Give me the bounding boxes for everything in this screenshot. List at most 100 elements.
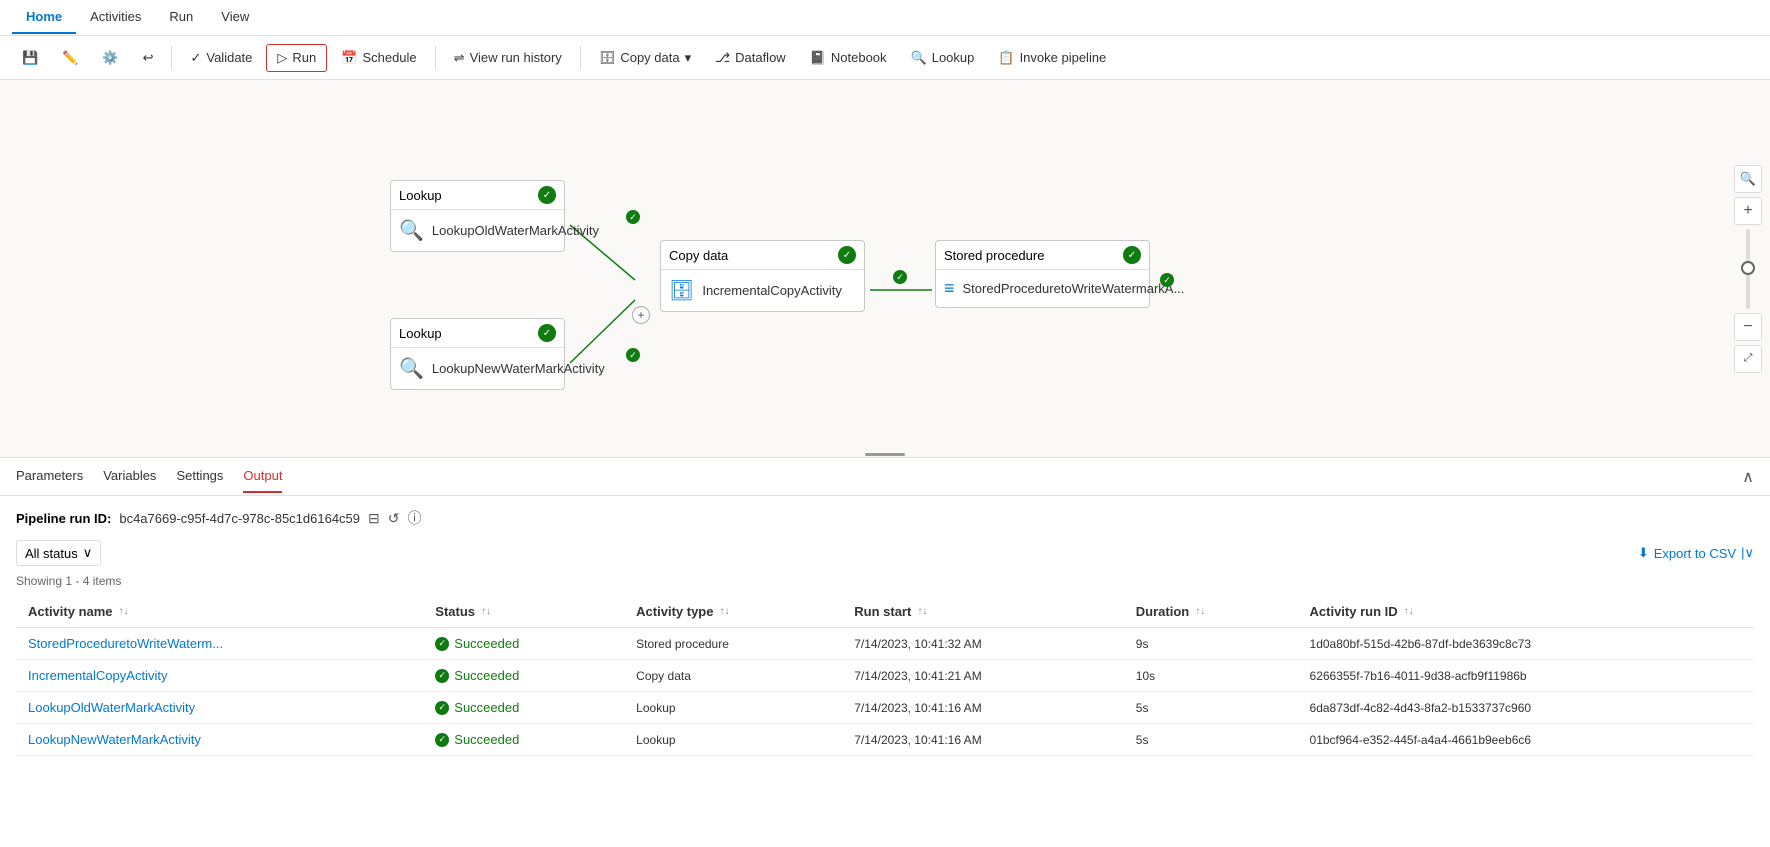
tab-home[interactable]: Home <box>12 1 76 34</box>
validate-button[interactable]: ✓ Validate <box>180 45 262 71</box>
copy-node-icon: 🗄 <box>669 278 694 303</box>
activity-name-link-2[interactable]: LookupOldWaterMarkActivity <box>28 700 195 715</box>
tab-output[interactable]: Output <box>243 460 282 493</box>
sort-duration-icon[interactable]: ↑↓ <box>1195 606 1205 617</box>
run-button[interactable]: ▷ Run <box>266 44 327 72</box>
success-icon-0: ✓ <box>435 637 449 651</box>
tab-parameters[interactable]: Parameters <box>16 460 83 493</box>
zoom-slider[interactable] <box>1746 229 1750 309</box>
zoom-thumb[interactable] <box>1741 261 1755 275</box>
cell-activity-name-1: IncrementalCopyActivity <box>16 660 423 692</box>
cell-type-3: Lookup <box>624 724 842 756</box>
cell-run-start-1: 7/14/2023, 10:41:21 AM <box>842 660 1124 692</box>
invoke-pipeline-button[interactable]: 📋 Invoke pipeline <box>988 45 1116 71</box>
cell-duration-3: 5s <box>1124 724 1298 756</box>
node-lookup1[interactable]: Lookup ✓ 🔍 LookupOldWaterMarkActivity <box>390 180 565 252</box>
node-lookup2-label: LookupNewWaterMarkActivity <box>432 361 605 376</box>
tab-variables[interactable]: Variables <box>103 460 156 493</box>
export-chevron: |∨ <box>1741 545 1754 561</box>
tab-view[interactable]: View <box>207 1 263 34</box>
sort-run-start-icon[interactable]: ↑↓ <box>917 606 927 617</box>
node-sp1-header: Stored procedure ✓ <box>936 241 1149 270</box>
save-button[interactable]: 💾 <box>12 45 48 71</box>
cell-type-0: Stored procedure <box>624 628 842 660</box>
status-text-1: Succeeded <box>454 668 519 683</box>
table-body: StoredProceduretoWriteWaterm... ✓ Succee… <box>16 628 1754 756</box>
info-button[interactable]: ⓘ <box>408 508 422 528</box>
pipeline-canvas-area: Lookup ✓ 🔍 LookupOldWaterMarkActivity ✓ … <box>0 80 1770 457</box>
copy-data-button[interactable]: 🗄 Copy data ▾ <box>589 45 701 71</box>
notebook-button[interactable]: 📓 Notebook <box>800 45 897 71</box>
zoom-fit-button[interactable]: ⤢ <box>1734 345 1762 373</box>
edit-icon: ✏️ <box>62 50 78 66</box>
tab-run[interactable]: Run <box>155 1 207 34</box>
zoom-in-button[interactable]: + <box>1734 197 1762 225</box>
bottom-panel: Parameters Variables Settings Output ∧ P… <box>0 457 1770 847</box>
sort-status-icon[interactable]: ↑↓ <box>481 606 491 617</box>
sort-run-id-icon[interactable]: ↑↓ <box>1404 606 1414 617</box>
cell-run-start-3: 7/14/2023, 10:41:16 AM <box>842 724 1124 756</box>
lookup-icon: 🔍 <box>911 50 927 66</box>
refresh-button[interactable]: ↺ <box>388 510 400 527</box>
export-label: Export to CSV <box>1654 546 1736 561</box>
node-lookup1-label: LookupOldWaterMarkActivity <box>432 223 599 238</box>
tab-settings[interactable]: Settings <box>176 460 223 493</box>
undo-icon: ↩ <box>143 50 154 66</box>
lookup-button[interactable]: 🔍 Lookup <box>901 45 985 71</box>
undo-button[interactable]: ↩ <box>133 45 164 71</box>
node-sp1[interactable]: Stored procedure ✓ ≡ StoredProceduretoWr… <box>935 240 1150 308</box>
plus-connector[interactable]: + <box>632 306 650 324</box>
node-copy1[interactable]: Copy data ✓ 🗄 IncrementalCopyActivity <box>660 240 865 312</box>
connector-lines <box>0 80 1770 457</box>
lookup-node2-icon: 🔍 <box>399 356 424 381</box>
view-run-history-button[interactable]: ⇌ View run history <box>444 45 572 71</box>
save-icon: 💾 <box>22 50 38 66</box>
schedule-button[interactable]: 📅 Schedule <box>331 45 426 71</box>
node-lookup2-status: ✓ <box>538 324 556 342</box>
cell-activity-name-3: LookupNewWaterMarkActivity <box>16 724 423 756</box>
edit-button[interactable]: ✏️ <box>52 45 88 71</box>
cell-type-2: Lookup <box>624 692 842 724</box>
pipeline-run-id-row: Pipeline run ID: bc4a7669-c95f-4d7c-978c… <box>16 508 1754 528</box>
status-filter-dropdown[interactable]: All status ∨ <box>16 540 101 566</box>
cell-run-id-0: 1d0a80bf-515d-42b6-87df-bde3639c8c73 <box>1298 628 1754 660</box>
node-lookup2-body: 🔍 LookupNewWaterMarkActivity <box>391 348 564 389</box>
lookup-node1-icon: 🔍 <box>399 218 424 243</box>
activity-name-link-3[interactable]: LookupNewWaterMarkActivity <box>28 732 201 747</box>
node-lookup2-header: Lookup ✓ <box>391 319 564 348</box>
cell-status-2: ✓ Succeeded <box>423 692 624 724</box>
node-sp1-status: ✓ <box>1123 246 1141 264</box>
sort-type-icon[interactable]: ↑↓ <box>719 606 729 617</box>
success-icon-1: ✓ <box>435 669 449 683</box>
node-lookup2-type: Lookup <box>399 326 442 341</box>
zoom-out-button[interactable]: − <box>1734 313 1762 341</box>
node-lookup1-header: Lookup ✓ <box>391 181 564 210</box>
table-header-row: Activity name ↑↓ Status ↑↓ Activity type <box>16 596 1754 628</box>
zoom-search-button[interactable]: 🔍 <box>1734 165 1762 193</box>
sort-activity-name-icon[interactable]: ↑↓ <box>119 606 129 617</box>
settings-button[interactable]: ⚙️ <box>92 45 128 71</box>
node-lookup1-type: Lookup <box>399 188 442 203</box>
table-row: LookupOldWaterMarkActivity ✓ Succeeded L… <box>16 692 1754 724</box>
export-csv-button[interactable]: ⬇ Export to CSV |∨ <box>1638 545 1754 561</box>
table-row: LookupNewWaterMarkActivity ✓ Succeeded L… <box>16 724 1754 756</box>
table-row: StoredProceduretoWriteWaterm... ✓ Succee… <box>16 628 1754 660</box>
panel-close-button[interactable]: ∧ <box>1742 467 1754 487</box>
activity-name-link-0[interactable]: StoredProceduretoWriteWaterm... <box>28 636 223 651</box>
col-run-id: Activity run ID ↑↓ <box>1298 596 1754 628</box>
cell-status-3: ✓ Succeeded <box>423 724 624 756</box>
copy-run-id-button[interactable]: ⊟ <box>368 510 380 527</box>
panel-drag-handle[interactable] <box>860 451 910 457</box>
status-text-3: Succeeded <box>454 732 519 747</box>
filter-row: All status ∨ ⬇ Export to CSV |∨ <box>16 540 1754 566</box>
dataflow-button[interactable]: ⎇ Dataflow <box>705 45 796 71</box>
activity-name-link-1[interactable]: IncrementalCopyActivity <box>28 668 167 683</box>
pipeline-run-id-value: bc4a7669-c95f-4d7c-978c-85c1d6164c59 <box>119 511 360 526</box>
node-lookup2[interactable]: Lookup ✓ 🔍 LookupNewWaterMarkActivity <box>390 318 565 390</box>
showing-count: Showing 1 - 4 items <box>16 574 1754 588</box>
divider-3 <box>580 46 581 70</box>
status-text-0: Succeeded <box>454 636 519 651</box>
status-text-2: Succeeded <box>454 700 519 715</box>
node-copy1-label: IncrementalCopyActivity <box>702 283 841 298</box>
tab-activities[interactable]: Activities <box>76 1 155 34</box>
